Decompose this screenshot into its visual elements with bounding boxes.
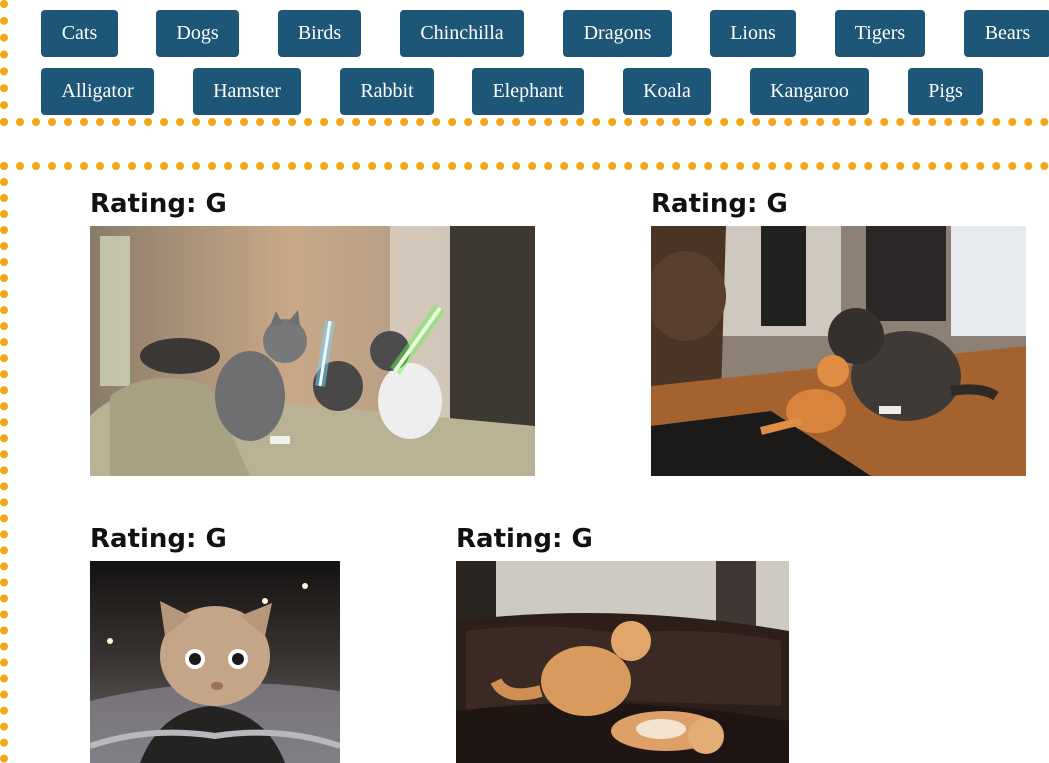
topic-button-kangaroo[interactable]: Kangaroo (750, 68, 869, 115)
topic-button-hamster[interactable]: Hamster (193, 68, 301, 115)
topic-button-bears[interactable]: Bears (964, 10, 1049, 57)
topic-button-rabbit[interactable]: Rabbit (340, 68, 434, 115)
topic-button-cats[interactable]: Cats (41, 10, 118, 57)
gif-rating: Rating: G (456, 524, 593, 554)
topic-button-tigers[interactable]: Tigers (835, 10, 925, 57)
gif-rating: Rating: G (90, 189, 227, 219)
cats-wrestling-couch-gif[interactable] (456, 561, 789, 763)
topic-button-chinchilla[interactable]: Chinchilla (400, 10, 524, 57)
motorcycle-cat-gif[interactable] (90, 561, 340, 763)
topic-button-elephant[interactable]: Elephant (472, 68, 584, 115)
gif-rating: Rating: G (651, 189, 788, 219)
topic-button-pigs[interactable]: Pigs (908, 68, 983, 115)
cat-kitten-play-gif[interactable] (651, 226, 1026, 476)
topic-button-koala[interactable]: Koala (623, 68, 711, 115)
topic-button-dogs[interactable]: Dogs (156, 10, 239, 57)
topic-button-dragons[interactable]: Dragons (563, 10, 672, 57)
gif-rating: Rating: G (90, 524, 227, 554)
lightsaber-cats-gif[interactable] (90, 226, 535, 476)
topic-button-birds[interactable]: Birds (278, 10, 361, 57)
topic-buttons-panel: Cats Dogs Birds Chinchilla Dragons Lions… (0, 0, 1049, 126)
topic-button-alligator[interactable]: Alligator (41, 68, 154, 115)
topic-button-lions[interactable]: Lions (710, 10, 796, 57)
